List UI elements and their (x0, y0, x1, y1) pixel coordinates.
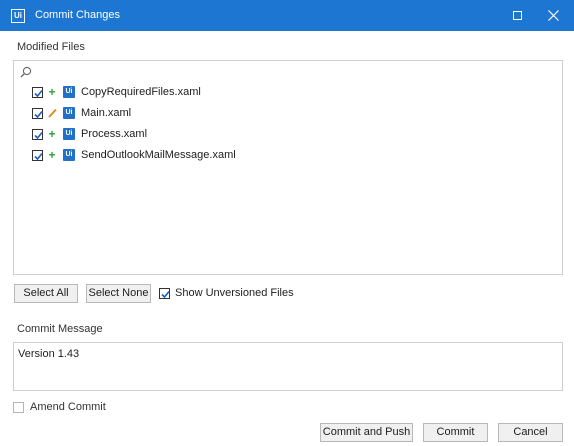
show-unversioned-checkbox[interactable] (159, 288, 170, 299)
file-name: SendOutlookMailMessage.xaml (81, 149, 236, 161)
uipath-app-icon: Ui (11, 9, 25, 23)
file-checkbox[interactable] (32, 108, 43, 119)
select-none-button[interactable]: Select None (86, 284, 151, 303)
cancel-button[interactable]: Cancel (498, 423, 563, 442)
window-title: Commit Changes (35, 9, 120, 21)
added-status-icon: + (48, 85, 56, 99)
commit-button[interactable]: Commit (423, 423, 488, 442)
file-checkbox[interactable] (32, 150, 43, 161)
checkmark-icon (34, 131, 43, 140)
file-name: Main.xaml (81, 107, 132, 119)
amend-commit-toggle[interactable]: Amend Commit (13, 401, 133, 415)
amend-commit-checkbox[interactable] (13, 402, 24, 413)
file-name: Process.xaml (81, 128, 148, 140)
file-row[interactable]: + Ui Process.xaml (32, 126, 432, 143)
file-name: CopyRequiredFiles.xaml (81, 86, 201, 98)
show-unversioned-toggle[interactable]: Show Unversioned Files (159, 286, 319, 301)
xaml-file-icon: Ui (63, 149, 75, 161)
checkmark-icon (34, 110, 43, 119)
checkmark-icon (34, 89, 43, 98)
modified-files-list[interactable]: + Ui CopyRequiredFiles.xaml Ui Main.xaml… (13, 60, 563, 275)
amend-commit-label: Amend Commit (30, 401, 106, 413)
xaml-file-icon: Ui (63, 86, 75, 98)
added-status-icon: + (48, 127, 56, 141)
select-all-button[interactable]: Select All (14, 284, 78, 303)
file-checkbox[interactable] (32, 87, 43, 98)
commit-message-label: Commit Message (17, 323, 103, 335)
maximize-button[interactable] (500, 0, 534, 31)
xaml-file-icon: Ui (63, 107, 75, 119)
file-row[interactable]: + Ui CopyRequiredFiles.xaml (32, 84, 432, 101)
added-status-icon: + (48, 148, 56, 162)
search-icon[interactable] (20, 66, 32, 81)
file-row[interactable]: + Ui SendOutlookMailMessage.xaml (32, 147, 432, 164)
show-unversioned-label: Show Unversioned Files (175, 287, 294, 299)
close-button[interactable] (536, 0, 570, 31)
xaml-file-icon: Ui (63, 128, 75, 140)
file-checkbox[interactable] (32, 129, 43, 140)
modified-files-label: Modified Files (17, 41, 85, 53)
checkmark-icon (161, 290, 170, 299)
commit-and-push-button[interactable]: Commit and Push (320, 423, 413, 442)
maximize-icon (513, 11, 522, 20)
commit-message-input[interactable]: Version 1.43 (13, 342, 563, 391)
title-bar[interactable]: Ui Commit Changes (0, 0, 574, 31)
close-icon (548, 10, 559, 21)
checkmark-icon (34, 152, 43, 161)
file-row[interactable]: Ui Main.xaml (32, 105, 432, 122)
